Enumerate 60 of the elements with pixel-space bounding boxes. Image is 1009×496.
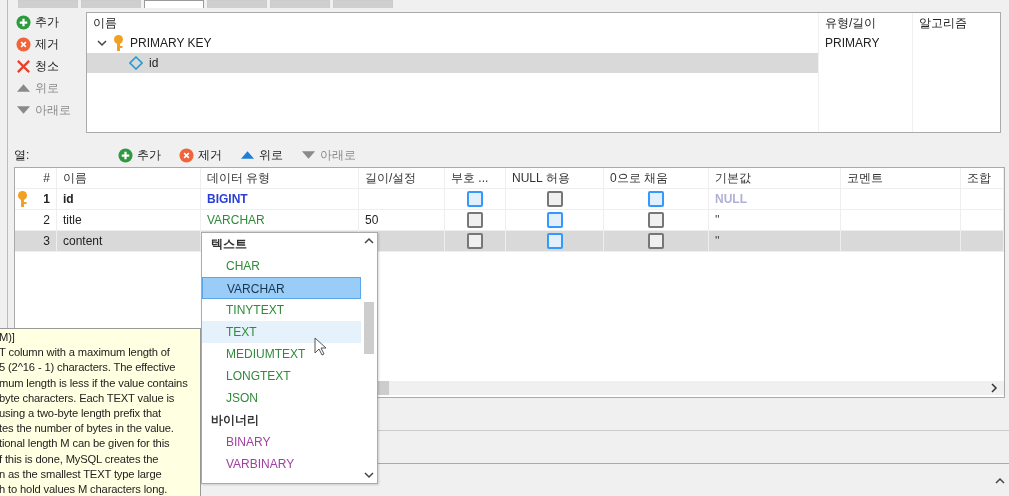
table-cell: title [63, 213, 82, 227]
column-header: 코멘트 [841, 168, 961, 188]
tooltip-text: mum length is less if the value contains [0, 375, 188, 391]
data-type-cell: VARCHAR [207, 213, 265, 227]
default-value-cell: '' [715, 213, 720, 227]
column-header: 기본값 [709, 168, 841, 188]
group-header: 텍스트 [210, 236, 248, 253]
toolbar-button[interactable]: 추가 [16, 12, 86, 32]
tooltip-text: h to hold values M characters long. [0, 482, 168, 496]
tree-node[interactable]: PRIMARY KEY [87, 33, 818, 53]
group-header: 바이너리 [210, 412, 260, 429]
tooltip-text: n as the smallest TEXT type large [0, 466, 162, 482]
default-value-cell: '' [715, 234, 720, 248]
tooltip-text: tional length M can be given for this [0, 436, 170, 452]
toolbar-button[interactable]: 청소 [16, 56, 86, 76]
toolbar-button[interactable]: 제거 [179, 145, 222, 165]
index-name: PRIMARY KEY [130, 36, 212, 50]
column-header: 부호 ... [445, 168, 506, 188]
tooltip-text: f this is done, MySQL creates the [0, 451, 159, 467]
table-cell: id [63, 192, 74, 206]
column-header: 데이터 유형 [201, 168, 359, 188]
table-cell: 50 [365, 213, 379, 227]
columns-label: 열: [14, 146, 31, 164]
column-header: 조합 [961, 168, 1004, 188]
data-type-cell: BIGINT [207, 192, 248, 206]
table-row[interactable]: 1 id BIGINT NULL [15, 189, 1004, 210]
row-number: 2 [43, 213, 50, 227]
column-header: NULL 허용 [506, 168, 604, 188]
toolbar-button[interactable]: 위로 [240, 145, 283, 165]
column-header: # [15, 168, 57, 188]
row-number: 3 [43, 234, 50, 248]
dropdown-item[interactable]: TINYTEXT [202, 299, 361, 321]
tooltip-text: 5 (2^16 - 1) characters. The effective [0, 360, 176, 376]
column-header: 이름 [57, 168, 201, 188]
dropdown-item[interactable]: BINARY [202, 431, 361, 453]
column-header: 이름 [92, 14, 118, 32]
toolbar-button[interactable]: 제거 [16, 34, 86, 54]
tooltip-text: M)] [0, 330, 15, 345]
dropdown-item[interactable]: VARBINARY [202, 453, 361, 475]
tree-node[interactable]: id [87, 53, 818, 73]
dropdown-item[interactable]: MEDIUMTEXT [202, 343, 361, 365]
default-value-cell: NULL [715, 192, 747, 206]
dropdown-item[interactable]: LONGTEXT [202, 365, 361, 387]
tooltip-text: tes the number of bytes in the value. [0, 421, 174, 437]
tooltip-text: T column with a maximum length of [0, 345, 170, 361]
table-cell: content [63, 234, 103, 248]
dropdown-item[interactable]: TEXT [202, 321, 361, 343]
tooltip-text: byte characters. Each TEXT value is [0, 390, 175, 406]
dropdown-item[interactable]: JSON [202, 387, 361, 409]
column-header: 유형/길이 [818, 13, 912, 33]
column-header: 알고리즘 [912, 13, 1000, 33]
toolbar-button[interactable]: 추가 [118, 145, 161, 165]
dropdown-item[interactable]: CHAR [202, 255, 361, 277]
column-header: 길이/설정 [359, 168, 445, 188]
row-number: 1 [43, 192, 50, 206]
column-header: 0으로 채움 [604, 168, 709, 188]
dropdown-item[interactable]: VARCHAR [202, 277, 361, 299]
tooltip-text: using a two-byte length prefix that [0, 406, 162, 421]
index-column-name: id [149, 56, 159, 70]
index-type: PRIMARY [818, 33, 912, 53]
